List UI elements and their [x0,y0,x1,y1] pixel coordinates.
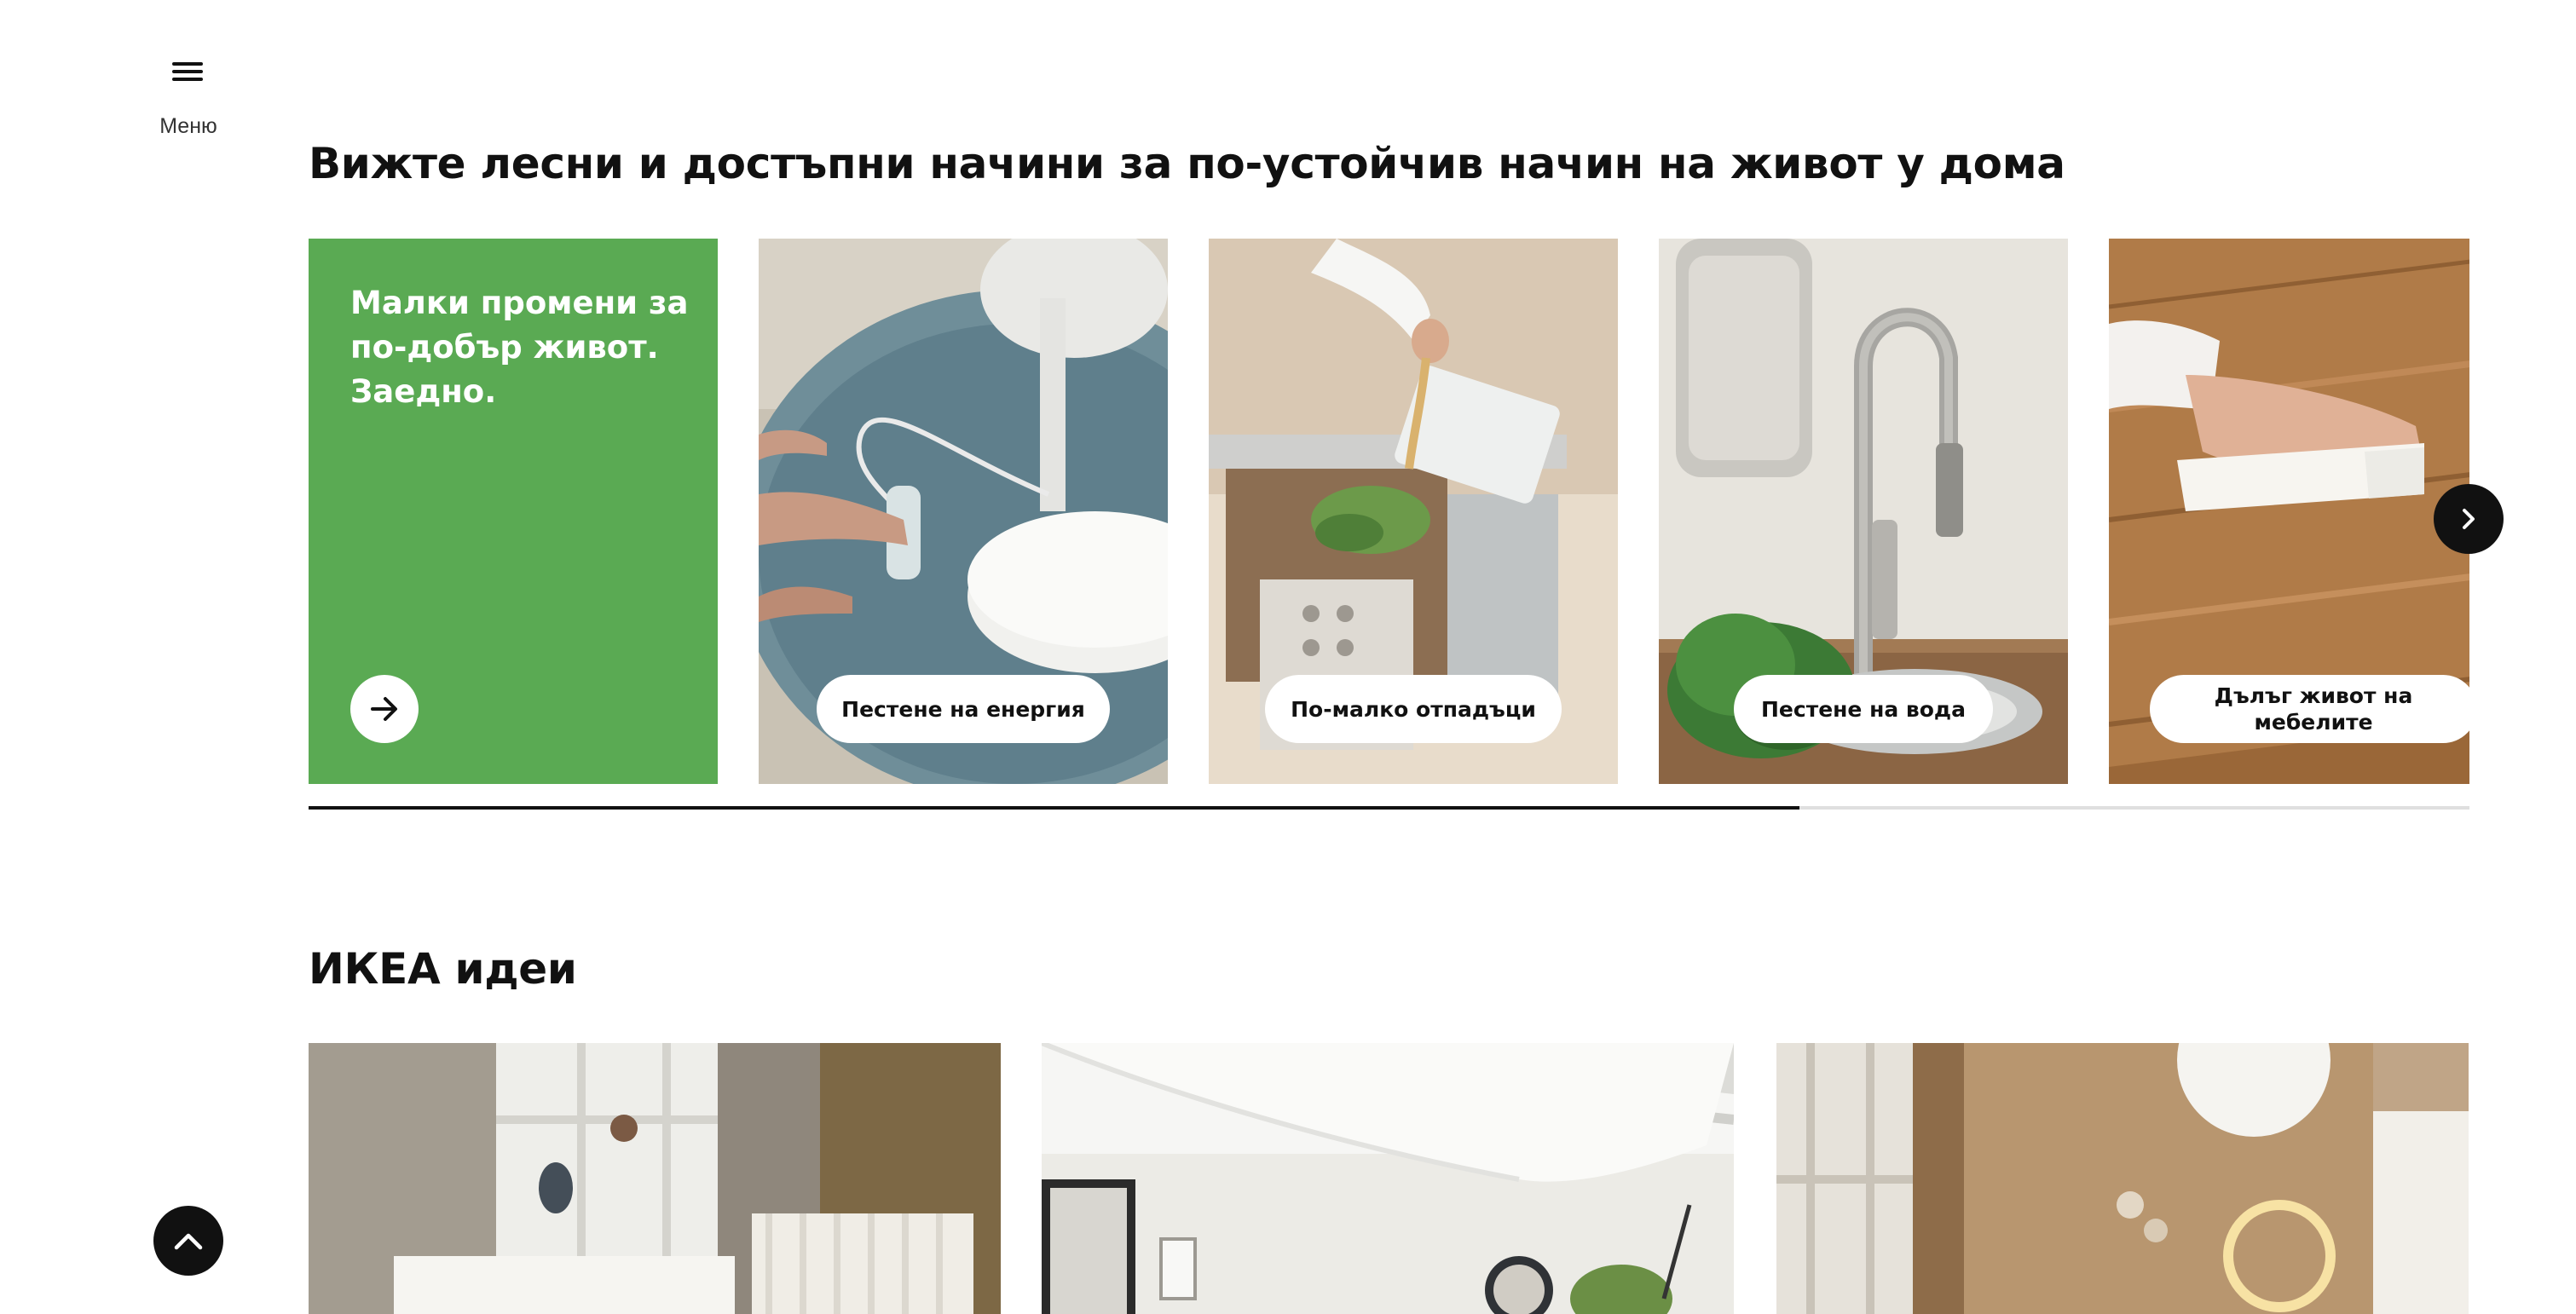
back-to-top-button[interactable] [153,1206,223,1276]
idea-card-living[interactable] [1776,1043,2469,1314]
carousel-scrollbar[interactable] [309,806,2469,810]
card-water-saving[interactable]: Пестене на вода [1659,239,2068,784]
energy-saving-button[interactable]: Пестене на енергия [817,675,1110,743]
card-less-waste[interactable]: По-малко отпадъци [1209,239,1618,784]
ideas-heading: ИКЕА идеи [309,944,577,994]
intro-card-title: Малки промени за по-добър живот. Заедно. [350,285,689,410]
chevron-up-icon [174,1233,203,1250]
water-saving-button[interactable]: Пестене на вода [1734,675,1993,743]
arrow-right-icon [371,697,397,721]
idea-card-nursery[interactable] [309,1043,1001,1314]
intro-card-arrow-button[interactable] [350,675,419,743]
card-energy-saving[interactable]: Пестене на енергия [759,239,1168,784]
intro-card[interactable]: Малки промени за по-добър живот. Заедно. [309,239,718,784]
card-furniture-longevity[interactable]: Дълъг живот на мебелите [2109,239,2469,784]
bedroom-photo [1042,1043,1734,1314]
menu-button[interactable]: Меню [152,43,225,145]
sustainability-carousel: Малки промени за по-добър живот. Заедно.… [309,239,2469,784]
less-waste-button[interactable]: По-малко отпадъци [1265,675,1562,743]
furniture-longevity-button[interactable]: Дълъг живот на мебелите [2150,675,2469,743]
hamburger-icon [172,60,203,84]
chevron-right-icon [2463,509,2475,529]
menu-label: Меню [159,114,217,138]
carousel-next-button[interactable] [2434,484,2504,554]
sustainability-heading: Вижте лесни и достъпни начини за по-усто… [309,139,2065,188]
living-photo [1776,1043,2469,1314]
idea-card-bedroom[interactable] [1042,1043,1734,1314]
nursery-photo [309,1043,1001,1314]
carousel-scrollbar-thumb[interactable] [309,806,1800,810]
